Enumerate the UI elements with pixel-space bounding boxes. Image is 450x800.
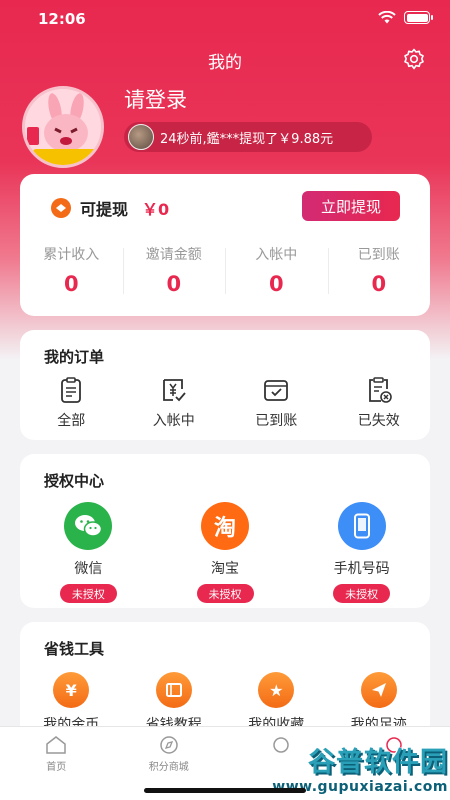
withdraw-ticker: 24秒前,鑑***提现了￥9.88元 (124, 122, 372, 152)
auth-name: 淘宝 (211, 561, 239, 577)
stat-pending[interactable]: 入帐中 0 (225, 244, 328, 296)
book-icon (155, 672, 192, 708)
tab-label: 积分商城 (148, 762, 189, 773)
home-icon (46, 736, 66, 754)
order-tab-label: 入帐中 (152, 413, 195, 429)
auth-wechat[interactable]: 微信 未授权 (20, 502, 157, 603)
withdrawable-amount: ￥0 (142, 200, 170, 219)
ticker-text: 24秒前,鑑***提现了￥9.88元 (160, 131, 334, 147)
auth-center-card: 授权中心 微信 未授权 淘 淘宝 未授权 手机号码 未授权 (20, 454, 430, 608)
auth-phone[interactable]: 手机号码 未授权 (293, 502, 430, 603)
money-tools-title: 省钱工具 (44, 640, 105, 658)
tool-my-coins[interactable]: ¥ 我的金币 (20, 672, 123, 734)
stat-value: 0 (268, 272, 284, 296)
wallet-icon (51, 198, 71, 218)
compass-icon (160, 736, 178, 754)
stat-label: 入帐中 (255, 247, 298, 263)
stat-received[interactable]: 已到账 0 (327, 244, 431, 296)
coin-icon: ¥ (53, 672, 90, 708)
send-icon (360, 672, 397, 708)
login-prompt[interactable]: 请登录 (124, 84, 187, 114)
tab-label: 首页 (46, 762, 67, 773)
auth-status-badge[interactable]: 未授权 (333, 584, 391, 603)
order-tab-label: 已失效 (357, 413, 400, 429)
money-tools-card: 省钱工具 ¥ 我的金币 省钱教程 ★ 我的收藏 我的足迹 (20, 622, 430, 742)
order-tab-label: 已到账 (255, 413, 298, 429)
income-stats: 累计收入 0 邀请金额 0 入帐中 0 已到账 0 (20, 244, 430, 296)
user-avatar (128, 124, 154, 150)
wifi-icon (378, 11, 396, 24)
clipboard-icon (61, 377, 82, 403)
stat-value: 0 (63, 272, 79, 296)
home-indicator (144, 788, 306, 793)
auth-name: 微信 (74, 561, 103, 577)
tab3-icon (273, 737, 289, 753)
status-bar: 12:06 (0, 0, 450, 38)
auth-name: 手机号码 (333, 561, 390, 577)
order-tab-expired[interactable]: 已失效 (328, 376, 431, 430)
stat-value: 0 (371, 272, 387, 296)
stat-label: 累计收入 (43, 247, 100, 263)
stat-label: 邀请金额 (145, 247, 202, 263)
tool-favorites[interactable]: ★ 我的收藏 (225, 672, 328, 734)
battery-icon (404, 11, 433, 24)
order-tab-label: 全部 (57, 413, 86, 429)
withdraw-button[interactable]: 立即提现 (302, 191, 400, 221)
star-icon: ★ (258, 672, 295, 708)
order-tab-pending[interactable]: 入帐中 (123, 376, 226, 430)
settings-gear-icon[interactable] (402, 47, 426, 71)
page-title: 我的 (208, 53, 242, 73)
withdrawable-label: 可提现 (80, 200, 129, 219)
tab-4-mine[interactable] (338, 727, 450, 800)
tab-home[interactable]: 首页 (0, 727, 113, 800)
auth-status-badge[interactable]: 未授权 (196, 584, 254, 603)
tool-tutorial[interactable]: 省钱教程 (123, 672, 226, 734)
avatar[interactable] (22, 86, 104, 168)
yen-check-icon (162, 379, 186, 402)
orders-card: 我的订单 全部 入帐中 已到账 已失效 (20, 330, 430, 440)
stat-value: 0 (166, 272, 182, 296)
wallet-card: 可提现 ￥0 立即提现 累计收入 0 邀请金额 0 入帐中 0 已到账 0 (20, 174, 430, 316)
tab4-icon (386, 737, 402, 753)
stat-total-income[interactable]: 累计收入 0 (20, 244, 123, 296)
tray-check-icon (264, 380, 289, 401)
order-tab-all[interactable]: 全部 (20, 376, 123, 430)
clipboard-x-icon (368, 377, 392, 403)
status-time: 12:06 (38, 10, 86, 28)
auth-status-badge[interactable]: 未授权 (59, 584, 117, 603)
phone-icon (337, 502, 386, 550)
tool-footprints[interactable]: 我的足迹 (328, 672, 431, 734)
taobao-icon: 淘 (201, 502, 249, 550)
stat-label: 已到账 (357, 247, 400, 263)
wechat-icon (64, 502, 113, 550)
stat-invite-amount[interactable]: 邀请金额 0 (122, 244, 226, 296)
status-icons (378, 11, 433, 24)
auth-taobao[interactable]: 淘 淘宝 未授权 (157, 502, 294, 603)
orders-title: 我的订单 (44, 348, 105, 366)
order-tab-received[interactable]: 已到账 (225, 376, 328, 430)
auth-center-title: 授权中心 (44, 472, 105, 490)
